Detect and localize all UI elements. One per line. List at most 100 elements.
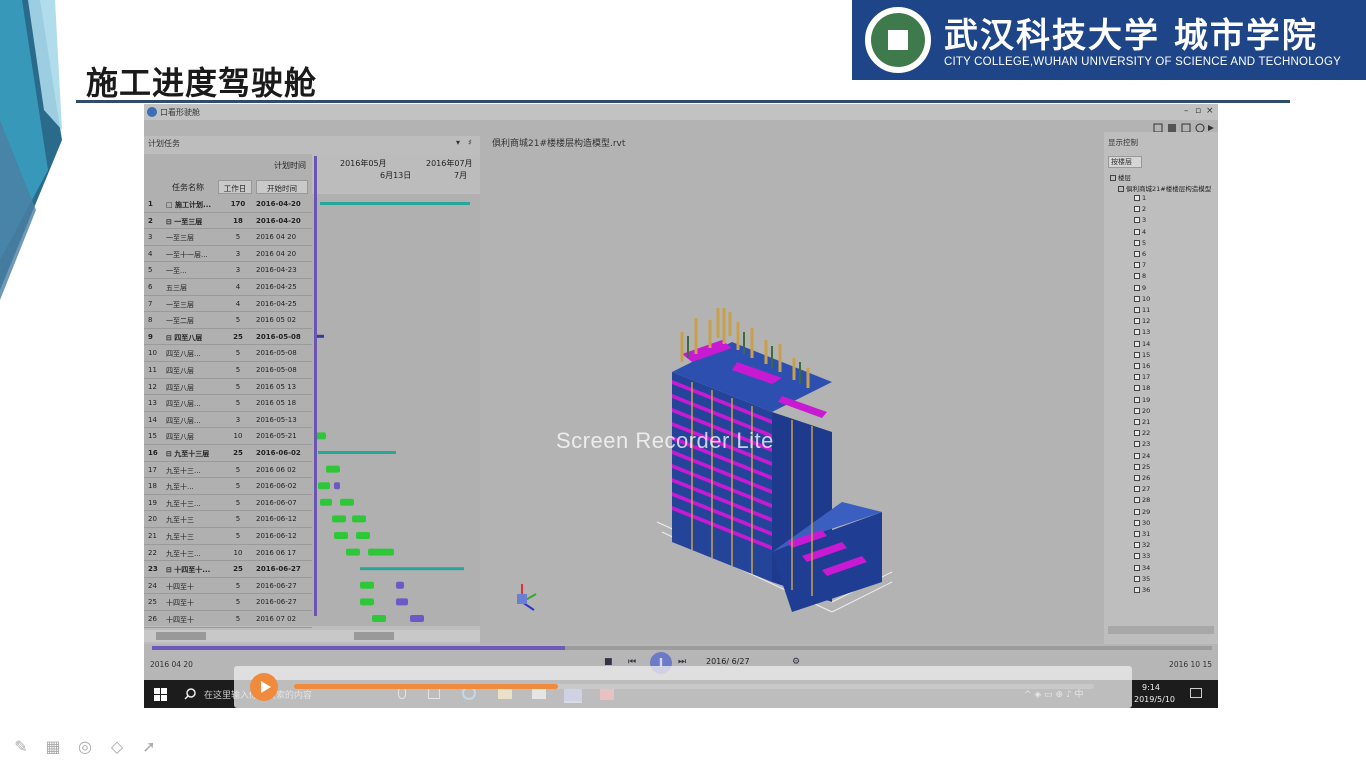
model-viewport[interactable]: 俱利商城21#楼楼层构造模型.rvt Screen Recorder Lite <box>482 132 1102 644</box>
table-row[interactable]: 24 十四至十 5 2016-06-27 <box>144 578 312 595</box>
pin-icon[interactable]: ♯ <box>468 138 472 147</box>
table-row[interactable]: 14 四至八层... 3 2016-05-13 <box>144 412 312 429</box>
cell-no: 5 <box>148 266 153 275</box>
filter-dropdown[interactable]: 按楼层 <box>1108 156 1142 168</box>
table-row[interactable]: 23 ⊟ 十四至十... 25 2016-06-27 <box>144 561 312 578</box>
header-task-name[interactable]: 任务名称 <box>172 182 204 193</box>
floor-checkbox[interactable]: 8 <box>1134 272 1146 280</box>
table-row[interactable]: 22 九至十三... 10 2016 06 17 <box>144 545 312 562</box>
right-scrollbar[interactable] <box>1108 626 1214 634</box>
table-row[interactable]: 10 四至八层... 5 2016-05-08 <box>144 345 312 362</box>
floor-checkbox[interactable]: 18 <box>1134 384 1150 392</box>
table-row[interactable]: 9 ⊟ 四至八层 25 2016-05-08 <box>144 329 312 346</box>
gantt-summary-bar <box>360 567 464 571</box>
floor-checkbox[interactable]: 10 <box>1134 295 1150 303</box>
floor-checkbox[interactable]: 23 <box>1134 440 1150 448</box>
pointer-icon[interactable]: ➚ <box>138 736 160 758</box>
cell-start: 2016 07 02 <box>256 615 297 623</box>
floor-checkbox[interactable]: 29 <box>1134 508 1150 516</box>
floor-checkbox[interactable]: 24 <box>1134 452 1150 460</box>
floor-checkbox[interactable]: 7 <box>1134 261 1146 269</box>
floor-checkbox[interactable]: 20 <box>1134 407 1150 415</box>
recorder-play-button[interactable] <box>250 673 278 701</box>
table-row[interactable]: 5 一至... 3 2016-04-23 <box>144 262 312 279</box>
table-row[interactable]: 15 四至八层 10 2016-05-21 <box>144 428 312 445</box>
floor-checkbox[interactable]: 16 <box>1134 362 1150 370</box>
cell-dur: 5 <box>235 233 241 242</box>
building-3d-model[interactable] <box>482 132 1102 644</box>
cell-start: 2016-06-27 <box>256 565 301 574</box>
tree-model[interactable]: 俱利商城21#楼楼层构造模型 <box>1118 183 1218 193</box>
close-icon[interactable]: × <box>1206 106 1214 116</box>
table-row[interactable]: 13 四至八层... 5 2016 05 18 <box>144 395 312 412</box>
floor-checkbox[interactable]: 30 <box>1134 519 1150 527</box>
cell-name: 九至十三... <box>166 549 201 558</box>
notification-icon[interactable] <box>1190 688 1202 698</box>
floor-checkbox[interactable]: 15 <box>1134 351 1150 359</box>
search-icon[interactable] <box>184 688 196 700</box>
current-date-select[interactable]: 2016/ 6/27 <box>706 657 750 666</box>
floor-checkbox[interactable]: 22 <box>1134 429 1150 437</box>
timeline-track[interactable] <box>152 646 1212 650</box>
table-row[interactable]: 12 四至八层 5 2016 05 13 <box>144 379 312 396</box>
table-row[interactable]: 25 十四至十 5 2016-06-27 <box>144 594 312 611</box>
floor-checkbox[interactable]: 3 <box>1134 216 1146 224</box>
floor-checkbox[interactable]: 5 <box>1134 239 1146 247</box>
floor-checkbox[interactable]: 26 <box>1134 474 1150 482</box>
floor-checkbox[interactable]: 13 <box>1134 328 1150 336</box>
table-row[interactable]: 4 一至十一层... 3 2016 04 20 <box>144 246 312 263</box>
axis-gizmo-icon <box>517 584 537 611</box>
scroll-thumb-grid[interactable] <box>156 632 206 640</box>
floor-checkbox[interactable]: 17 <box>1134 373 1150 381</box>
table-row[interactable]: 16 ⊟ 九至十三层 25 2016-06-02 <box>144 445 312 462</box>
table-row[interactable]: 6 五三层 4 2016-04-25 <box>144 279 312 296</box>
floor-checkbox[interactable]: 2 <box>1134 205 1146 213</box>
table-row[interactable]: 17 九至十三... 5 2016 06 02 <box>144 462 312 479</box>
floor-checkbox[interactable]: 14 <box>1134 340 1150 348</box>
tree-root[interactable]: 楼层 <box>1110 172 1131 182</box>
floor-checkbox[interactable]: 36 <box>1134 586 1150 594</box>
floor-checkbox[interactable]: 19 <box>1134 396 1150 404</box>
eraser-icon[interactable]: ◇ <box>106 736 128 758</box>
floor-checkbox[interactable]: 1 <box>1134 194 1146 202</box>
horizontal-scrollbar[interactable] <box>144 630 480 642</box>
slides-icon[interactable]: ▦ <box>42 736 64 758</box>
floor-checkbox[interactable]: 28 <box>1134 496 1150 504</box>
floor-checkbox[interactable]: 34 <box>1134 564 1150 572</box>
minimize-icon[interactable]: – <box>1184 106 1189 116</box>
table-row[interactable]: 26 十四至十 5 2016 07 02 <box>144 611 312 628</box>
table-row[interactable]: 21 九至十三 5 2016-06-12 <box>144 528 312 545</box>
floor-checkbox[interactable]: 32 <box>1134 541 1150 549</box>
floor-checkbox[interactable]: 35 <box>1134 575 1150 583</box>
table-row[interactable]: 7 一至三层 4 2016-04-25 <box>144 296 312 313</box>
table-row[interactable]: 1 □ 施工计划... 170 2016-04-20 <box>144 196 312 213</box>
pen-icon[interactable]: ✎ <box>10 736 32 758</box>
floor-checkbox[interactable]: 27 <box>1134 485 1150 493</box>
floor-checkbox[interactable]: 6 <box>1134 250 1146 258</box>
table-row[interactable]: 8 一至二层 5 2016 05 02 <box>144 312 312 329</box>
table-row[interactable]: 3 一至三层 5 2016 04 20 <box>144 229 312 246</box>
floor-checkbox[interactable]: 31 <box>1134 530 1150 538</box>
table-row[interactable]: 19 九至十三... 5 2016-06-07 <box>144 495 312 512</box>
header-duration[interactable]: 工作日 <box>218 180 252 194</box>
table-row[interactable]: 20 九至十三 5 2016-06-12 <box>144 511 312 528</box>
floor-checkbox[interactable]: 12 <box>1134 317 1150 325</box>
floor-checkbox[interactable]: 21 <box>1134 418 1150 426</box>
windows-start-icon[interactable] <box>154 688 167 701</box>
floor-checkbox[interactable]: 4 <box>1134 228 1146 236</box>
floor-checkbox[interactable]: 25 <box>1134 463 1150 471</box>
scroll-thumb-gantt[interactable] <box>354 632 394 640</box>
recorder-timeline[interactable] <box>294 684 1094 689</box>
cell-dur: 5 <box>235 382 241 391</box>
table-row[interactable]: 18 九至十... 5 2016-06-02 <box>144 478 312 495</box>
dropdown-icon[interactable]: ▾ <box>456 138 460 147</box>
floor-checkbox[interactable]: 33 <box>1134 552 1150 560</box>
floor-checkbox[interactable]: 9 <box>1134 284 1146 292</box>
table-row[interactable]: 11 四至八层 5 2016-05-08 <box>144 362 312 379</box>
restore-icon[interactable]: ▫ <box>1195 106 1201 116</box>
cell-start: 2016-04-23 <box>256 266 297 275</box>
floor-checkbox[interactable]: 11 <box>1134 306 1150 314</box>
header-start[interactable]: 开始时间 <box>256 180 308 194</box>
zoom-icon[interactable]: ◎ <box>74 736 96 758</box>
table-row[interactable]: 2 ⊟ 一至三层 18 2016-04-20 <box>144 213 312 230</box>
